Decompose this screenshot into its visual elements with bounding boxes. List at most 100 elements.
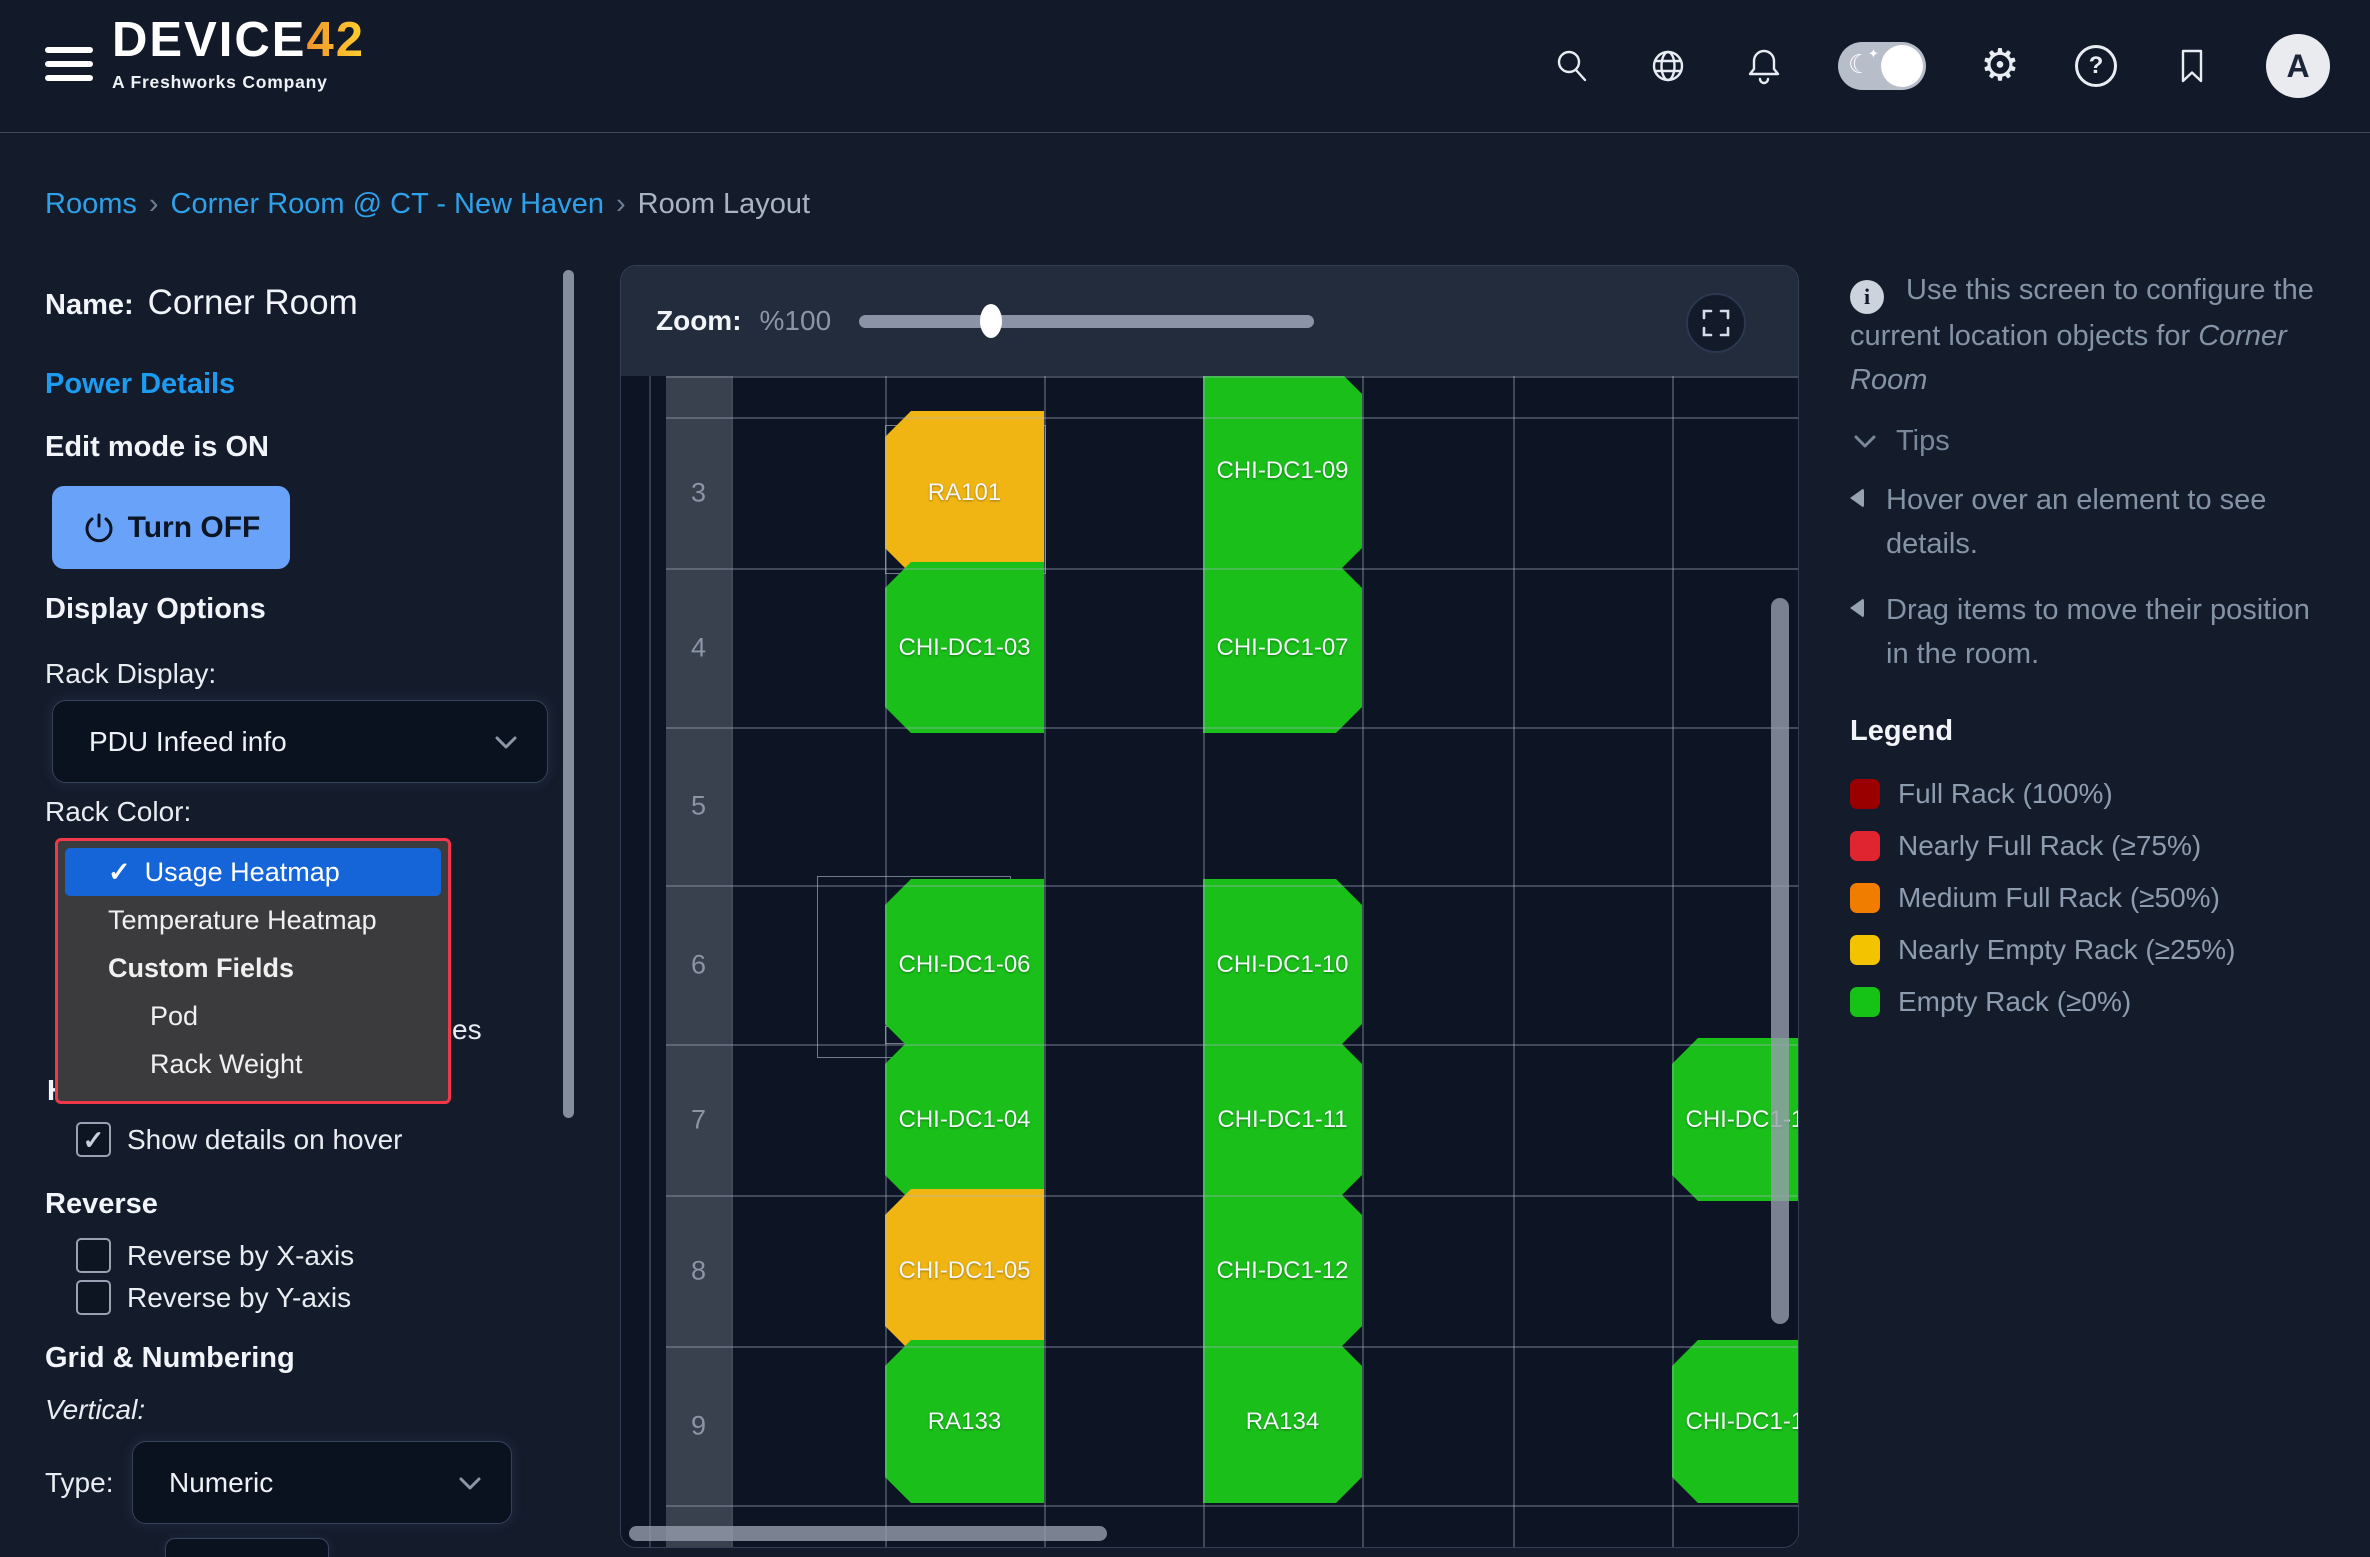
grid-line <box>666 1346 1799 1348</box>
rack-chi-dc1-12[interactable]: CHI-DC1-12 <box>1203 1189 1362 1352</box>
rack-display-select[interactable]: PDU Infeed info <box>52 700 548 783</box>
zoom-slider-thumb[interactable] <box>980 304 1002 338</box>
app-logo[interactable]: DEVICE42 A Freshworks Company <box>112 16 365 93</box>
reverse-y-row: ✓ Reverse by Y-axis <box>76 1280 351 1315</box>
notifications-icon[interactable] <box>1742 44 1786 88</box>
breadcrumb-item[interactable]: Rooms <box>45 188 137 221</box>
reverse-x-checkbox[interactable]: ✓ <box>76 1238 111 1273</box>
user-avatar[interactable]: A <box>2266 34 2330 98</box>
navbar-actions: ☾ ✦ ⚙ ? A <box>1550 0 2330 132</box>
rack-label: CHI-DC1-18 <box>1685 1408 1799 1436</box>
bookmark-icon[interactable] <box>2170 44 2214 88</box>
rack-color-option[interactable]: ✓Temperature Heatmap <box>58 896 448 944</box>
rack-label: RA133 <box>928 1408 1001 1436</box>
chevron-down-icon <box>1850 432 1880 452</box>
grid-line <box>666 376 1799 378</box>
rack-chi-dc1-07[interactable]: CHI-DC1-07 <box>1203 562 1362 733</box>
rack-chi-dc1-06[interactable]: CHI-DC1-06 <box>885 879 1044 1050</box>
show-details-row: ✓ Show details on hover <box>76 1122 403 1157</box>
globe-icon[interactable] <box>1646 44 1690 88</box>
rack-color-option-label: Pod <box>150 1001 198 1032</box>
grid-outer-edge <box>649 376 651 1548</box>
grid-line <box>666 1044 1799 1046</box>
rack-chi-dc1-03[interactable]: CHI-DC1-03 <box>885 562 1044 733</box>
tips-list: Hover over an element to see details. Dra… <box>1850 478 2320 698</box>
fullscreen-button[interactable] <box>1686 293 1746 353</box>
rack-ra133[interactable]: RA133 <box>885 1340 1044 1503</box>
room-grid-viewport[interactable]: 3456789RA101CHI-DC1-09CHI-DC1-03CHI-DC1-… <box>621 376 1799 1548</box>
grid-numbering-heading: Grid & Numbering <box>45 1342 295 1375</box>
legend-item: Medium Full Rack (≥50%) <box>1850 872 2235 924</box>
rack-color-option[interactable]: ✓Rack Weight <box>58 1040 448 1088</box>
legend-item-label: Nearly Full Rack (≥75%) <box>1898 830 2201 862</box>
power-details-link[interactable]: Power Details <box>45 368 235 401</box>
help-icon[interactable]: ? <box>2074 44 2118 88</box>
zoom-slider[interactable] <box>859 315 1314 328</box>
fullscreen-icon <box>1702 309 1730 337</box>
search-icon[interactable] <box>1550 44 1594 88</box>
turn-off-button[interactable]: Turn OFF <box>52 486 290 569</box>
reverse-heading: Reverse <box>45 1188 158 1221</box>
breadcrumb-item: Room Layout <box>638 188 811 221</box>
rack-label: CHI-DC1-06 <box>898 951 1030 979</box>
rack-color-option[interactable]: ✓Pod <box>58 992 448 1040</box>
menu-icon[interactable] <box>45 47 93 87</box>
tip-item: Drag items to move their position in the… <box>1850 588 2320 676</box>
grid-line <box>1513 376 1515 1548</box>
rack-ra101[interactable]: RA101 <box>885 411 1044 574</box>
row-number: 5 <box>666 791 731 822</box>
grid-line <box>1044 376 1046 1548</box>
reverse-x-row: ✓ Reverse by X-axis <box>76 1238 354 1273</box>
rack-color-dropdown: ✓Usage Heatmap✓Temperature Heatmap✓Custo… <box>55 838 451 1104</box>
canvas-horizontal-scrollbar[interactable] <box>629 1526 1107 1541</box>
partially-visible-select[interactable] <box>165 1538 329 1557</box>
canvas-vertical-scrollbar[interactable] <box>1771 598 1789 1324</box>
rack-color-option-label: Temperature Heatmap <box>108 905 377 936</box>
grid-line <box>1362 376 1364 1548</box>
rack-chi-dc1-10[interactable]: CHI-DC1-10 <box>1203 879 1362 1050</box>
rack-color-option[interactable]: ✓Usage Heatmap <box>65 848 441 896</box>
grid-line <box>1203 376 1205 1548</box>
logo-subtitle: A Freshworks Company <box>112 72 365 93</box>
legend-color-swatch <box>1850 987 1880 1017</box>
sparkle-icon: ✦ <box>1868 46 1879 62</box>
breadcrumb-item[interactable]: Corner Room @ CT - New Haven <box>171 188 604 221</box>
legend-color-swatch <box>1850 779 1880 809</box>
settings-icon[interactable]: ⚙ <box>1978 44 2022 88</box>
row-number: 6 <box>666 949 731 980</box>
tip-item: Hover over an element to see details. <box>1850 478 2320 566</box>
row-number: 9 <box>666 1410 731 1441</box>
grid-line <box>666 568 1799 570</box>
rack-color-option[interactable]: ✓Custom Fields <box>58 944 448 992</box>
legend-item: Nearly Empty Rack (≥25%) <box>1850 924 2235 976</box>
dark-mode-toggle[interactable]: ☾ ✦ <box>1838 42 1926 90</box>
zoom-label: Zoom: <box>656 305 742 337</box>
room-layout-canvas: Zoom: %100 3456789RA101CHI-DC1-09CHI-DC1… <box>620 265 1799 1548</box>
room-name-row: Name: Corner Room <box>45 283 358 323</box>
legend-color-swatch <box>1850 883 1880 913</box>
show-details-checkbox[interactable]: ✓ <box>76 1122 111 1157</box>
tips-toggle[interactable]: Tips <box>1850 425 1950 458</box>
rack-ra134[interactable]: RA134 <box>1203 1340 1362 1503</box>
row-number: 4 <box>666 632 731 663</box>
rack-chi-dc1-18[interactable]: CHI-DC1-18 <box>1672 1340 1799 1503</box>
tips-label: Tips <box>1896 425 1950 458</box>
rack-color-option-label: Usage Heatmap <box>145 857 340 888</box>
vertical-type-select[interactable]: Numeric <box>132 1441 512 1524</box>
rack-chi-dc1-09[interactable]: CHI-DC1-09 <box>1203 376 1362 574</box>
device42-room-layout-screen: { "nav": { "logo": {"brand": "DEVICE", "… <box>0 0 2370 1554</box>
legend-list: Full Rack (100%) Nearly Full Rack (≥75%) M… <box>1850 768 2235 1028</box>
rack-label: RA101 <box>928 479 1001 507</box>
grid-line <box>666 727 1799 729</box>
sidebar-scrollbar[interactable] <box>563 270 574 1118</box>
row-number: 7 <box>666 1104 731 1135</box>
rack-label: CHI-DC1-12 <box>1216 1257 1348 1285</box>
breadcrumb: Rooms›Corner Room @ CT - New Haven›Room … <box>45 188 810 221</box>
reverse-y-checkbox[interactable]: ✓ <box>76 1280 111 1315</box>
display-options-heading: Display Options <box>45 593 266 626</box>
rack-chi-dc1-11[interactable]: CHI-DC1-11 <box>1203 1038 1362 1201</box>
rack-chi-dc1-05[interactable]: CHI-DC1-05 <box>885 1189 1044 1352</box>
rack-chi-dc1-04[interactable]: CHI-DC1-04 <box>885 1038 1044 1201</box>
legend-item: Full Rack (100%) <box>1850 768 2235 820</box>
legend-item-label: Full Rack (100%) <box>1898 778 2113 810</box>
